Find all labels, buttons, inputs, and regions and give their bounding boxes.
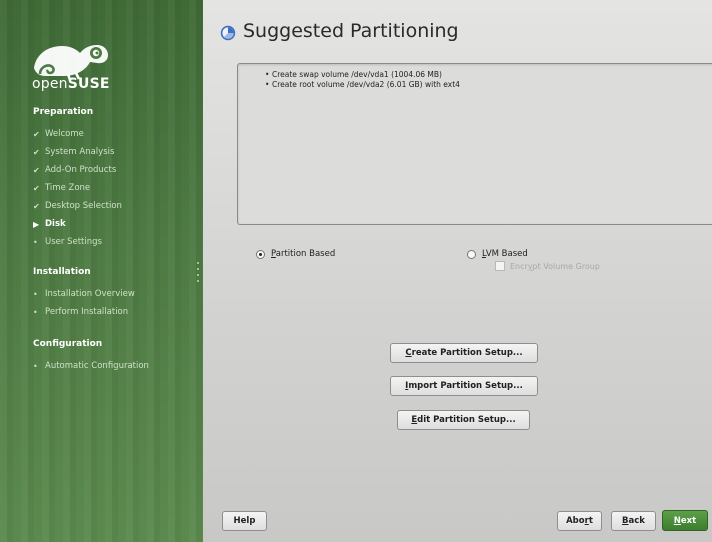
lvm-based-label: LVM Based: [482, 249, 528, 259]
section-heading: Installation: [33, 267, 91, 277]
help-button[interactable]: Help: [222, 511, 267, 531]
section-heading: Configuration: [33, 339, 103, 349]
checkmark-icon: ✔: [33, 165, 40, 175]
sidebar-step-label: System Analysis: [45, 147, 115, 157]
sidebar-step: ▶ Disk: [33, 219, 66, 229]
sidebar-step-label: User Settings: [45, 237, 102, 247]
encrypt-volume-group-checkbox[interactable]: Encrypt Volume Group: [495, 261, 600, 271]
proposal-item: Create swap volume /dev/vda1 (1004.06 MB…: [265, 70, 712, 80]
radio-unselected-icon: [467, 249, 476, 259]
sidebar-step: ✔ Welcome: [33, 129, 84, 139]
partition-based-radio[interactable]: Partition Based: [256, 249, 335, 259]
sidebar-step: ✔ System Analysis: [33, 147, 114, 157]
proposal-list: Create swap volume /dev/vda1 (1004.06 MB…: [238, 70, 712, 90]
opensuse-logo-text: openSUSE: [32, 76, 110, 92]
sidebar-step: • Installation Overview: [33, 289, 135, 299]
sidebar-step-label: Automatic Configuration: [45, 361, 149, 371]
sidebar-step-label: Perform Installation: [45, 307, 129, 317]
checkmark-icon: ✔: [33, 147, 40, 157]
steps-sidebar: openSUSE Preparation ✔ Welcome ✔ System Anal…: [0, 0, 203, 542]
create-partition-setup-button[interactable]: Create Partition Setup...: [390, 343, 538, 363]
section-heading: Preparation: [33, 107, 94, 117]
sidebar-step: • Perform Installation: [33, 307, 128, 317]
proposal-item: Create root volume /dev/vda2 (6.01 GB) w…: [265, 80, 712, 90]
sidebar-step: ✔ Desktop Selection: [33, 201, 122, 211]
partition-based-label: Partition Based: [271, 249, 336, 259]
encrypt-volume-group-label: Encrypt Volume Group: [510, 261, 600, 271]
sidebar-step-label: Disk: [45, 219, 66, 229]
bullet-icon: •: [33, 361, 38, 371]
sidebar-step-label: Installation Overview: [45, 289, 135, 299]
sidebar-step-label: Desktop Selection: [45, 201, 122, 211]
edit-partition-setup-button[interactable]: Edit Partition Setup...: [397, 410, 530, 430]
checkmark-icon: ✔: [33, 183, 40, 193]
sidebar-step: • Automatic Configuration: [33, 361, 149, 371]
sidebar-step: ✔ Add-On Products: [33, 165, 116, 175]
lvm-based-radio[interactable]: LVM Based: [467, 249, 528, 259]
sidebar-step-label: Time Zone: [45, 183, 91, 193]
import-partition-setup-button[interactable]: Import Partition Setup...: [390, 376, 538, 396]
partition-proposal-box: Create swap volume /dev/vda1 (1004.06 MB…: [237, 63, 712, 225]
current-step-arrow-icon: ▶: [33, 219, 40, 229]
sidebar-step-label: Add-On Products: [45, 165, 117, 175]
checkmark-icon: ✔: [33, 201, 40, 211]
bullet-icon: •: [33, 237, 38, 247]
next-button[interactable]: Next: [662, 510, 708, 531]
abort-button[interactable]: Abo r t: [557, 511, 602, 531]
checkbox-icon: [495, 261, 505, 271]
page-title: Suggested Partitioning: [243, 20, 459, 42]
back-button[interactable]: Back: [611, 511, 656, 531]
checkmark-icon: ✔: [33, 129, 40, 139]
bullet-icon: •: [33, 307, 38, 317]
sidebar-step: ✔ Time Zone: [33, 183, 90, 193]
radio-selected-icon: [256, 249, 265, 259]
sidebar-resize-grip[interactable]: [197, 262, 200, 288]
bullet-icon: •: [33, 289, 38, 299]
sidebar-step-label: Welcome: [45, 129, 84, 139]
sidebar-step: • User Settings: [33, 237, 102, 247]
disk-partition-icon: [220, 25, 236, 41]
